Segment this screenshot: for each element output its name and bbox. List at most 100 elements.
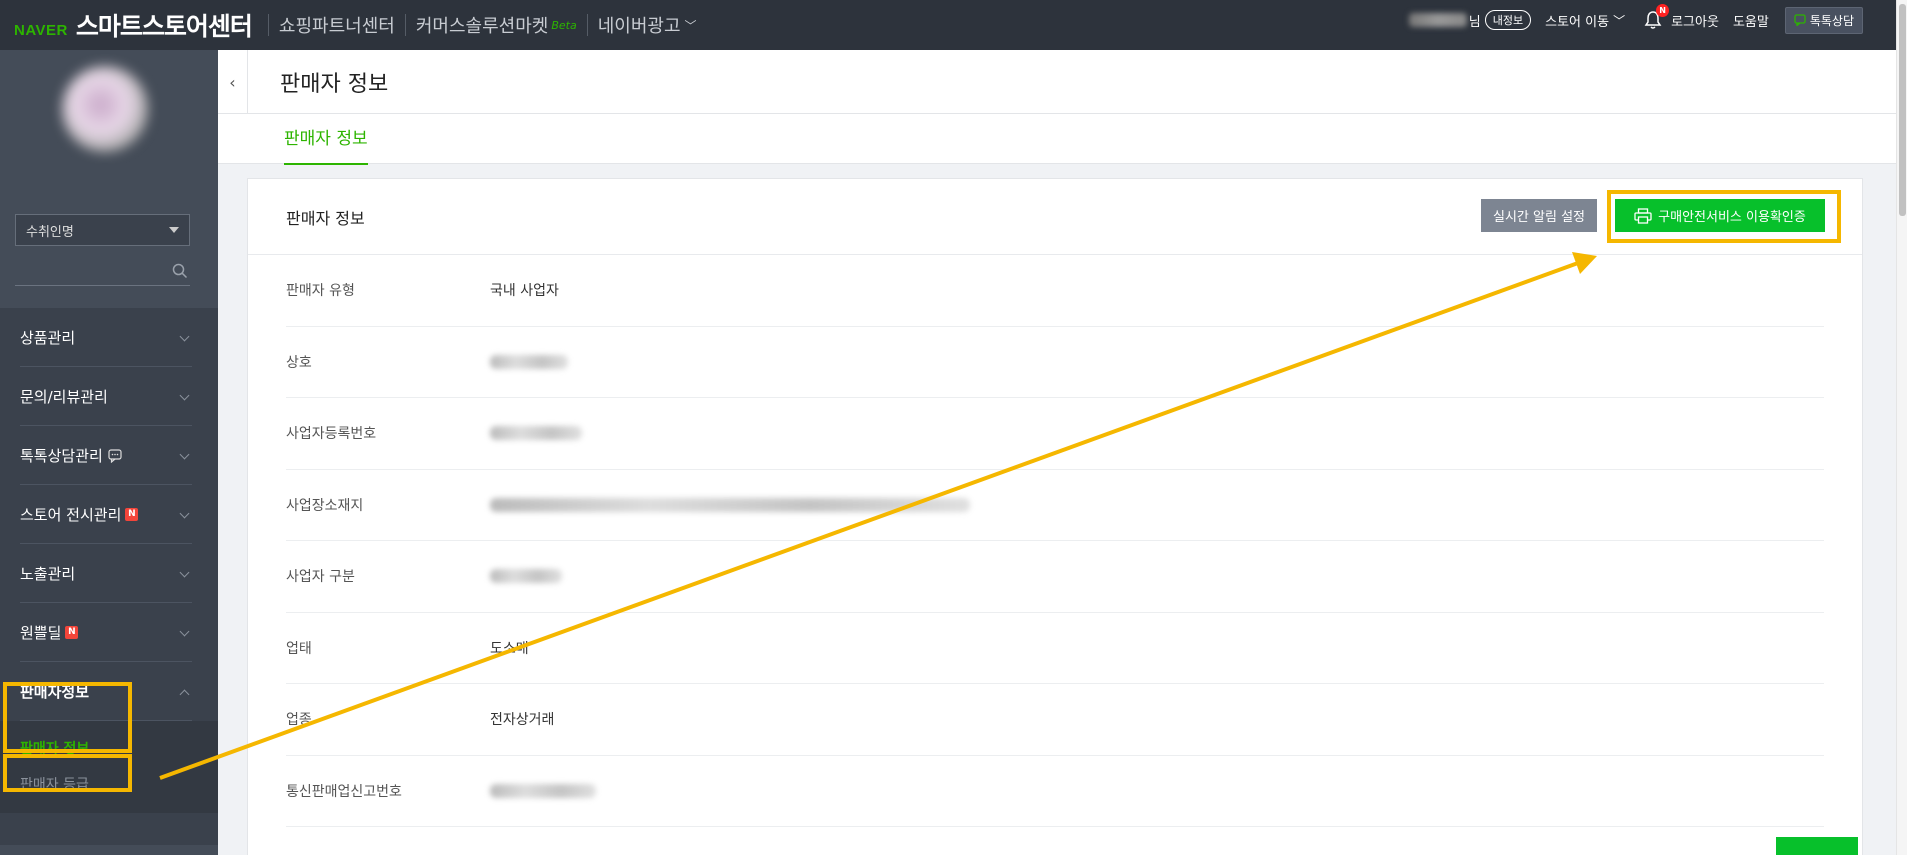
menu-search-input[interactable]: [15, 256, 190, 286]
row-value: 전자상거래: [490, 712, 555, 729]
store-select-value: 수취인명: [26, 224, 74, 240]
sidebar-footer: [0, 845, 218, 855]
bell-icon[interactable]: N: [1643, 4, 1670, 30]
brand[interactable]: NAVER 스마트스토어센터: [0, 7, 253, 43]
user-name-blurred: [1408, 13, 1467, 27]
row-label: 상호: [286, 354, 312, 371]
row-label: 사업자 구분: [286, 569, 355, 586]
app-title: 스마트스토어센터: [75, 12, 253, 41]
talk-button[interactable]: 톡톡상담: [1784, 6, 1863, 34]
nav-commerce-solution[interactable]: 커머스솔루션마켓: [416, 12, 548, 38]
printer-icon: [1634, 207, 1652, 224]
divider: [586, 14, 588, 36]
chevron-left-icon: ‹: [229, 72, 236, 92]
sidebar-item-label: 톡톡상담관리: [20, 447, 103, 465]
search-icon[interactable]: [172, 263, 188, 279]
blurred-value: [490, 497, 970, 512]
chevron-up-icon: [179, 689, 190, 700]
scrollbar-thumb[interactable]: [1899, 4, 1906, 216]
blurred-value: [490, 426, 582, 441]
tab-bar: 판매자 정보: [218, 114, 1896, 165]
blurred-value: [490, 783, 596, 798]
chat-icon: [1794, 14, 1806, 26]
row-label: 사업자등록번호: [286, 426, 377, 443]
page-header: ‹ 판매자 정보: [218, 50, 1896, 114]
top-right-menu: 님 내정보 스토어 이동 ﹀ N 로그아웃 도움말 톡톡상담: [1408, 0, 1863, 40]
sidebar-item-label: 판매자정보: [20, 683, 90, 701]
nav-naver-ads[interactable]: 네이버광고: [598, 12, 681, 38]
notification-badge: N: [1656, 4, 1670, 17]
realtime-alarm-button[interactable]: 실시간 알림 설정: [1481, 199, 1597, 232]
top-bar: NAVER 스마트스토어센터 쇼핑파트너센터 커머스솔루션마켓 Beta 네이버…: [0, 0, 1907, 50]
chevron-down-icon: [179, 567, 190, 578]
sidebar-subitem-seller-grade[interactable]: 판매자 등급: [20, 767, 218, 803]
sidebar-item-talk[interactable]: 톡톡상담관리: [0, 426, 218, 485]
purchase-safety-cert-button[interactable]: 구매안전서비스 이용확인증: [1615, 199, 1825, 232]
store-move-button[interactable]: 스토어 이동: [1545, 11, 1609, 30]
row-label: 판매자 유형: [286, 283, 355, 300]
user-suffix: 님: [1468, 14, 1481, 30]
caret-down-icon: [169, 227, 179, 233]
blurred-value: [490, 354, 568, 369]
tab-seller-info[interactable]: 판매자 정보: [284, 124, 368, 165]
card-header: 판매자 정보 실시간 알림 설정 구매안전서비스 이용확인증: [248, 179, 1862, 255]
card-title: 판매자 정보: [286, 209, 365, 228]
naver-logo: NAVER: [14, 22, 68, 39]
floating-action-button[interactable]: [1776, 837, 1858, 855]
chevron-down-icon: [179, 449, 190, 460]
beta-badge: Beta: [551, 18, 577, 32]
info-row-business-item: 업종 전자상거래: [286, 684, 1824, 756]
top-nav: 쇼핑파트너센터 커머스솔루션마켓 Beta 네이버광고 ﹀: [258, 12, 697, 38]
sidebar-menu: 상품관리 문의/리뷰관리 톡톡상담관리 스토어 전시관리 N 노출관리 원쁠딜 …: [0, 308, 218, 813]
sidebar-item-one-plus-deal[interactable]: 원쁠딜 N: [0, 603, 218, 662]
sidebar-item-product[interactable]: 상품관리: [0, 308, 218, 367]
sidebar-item-seller-info[interactable]: 판매자정보: [0, 662, 218, 721]
page-scrollbar[interactable]: [1896, 0, 1907, 855]
sidebar-item-inquiry-review[interactable]: 문의/리뷰관리: [0, 367, 218, 426]
page-title: 판매자 정보: [280, 72, 389, 97]
store-select[interactable]: 수취인명: [15, 214, 190, 246]
divider: [404, 14, 406, 36]
info-row-address: 사업장소재지: [286, 470, 1824, 541]
info-row-business-number: 사업자등록번호: [286, 398, 1824, 470]
sidebar-submenu: 판매자 정보 판매자 등급: [0, 721, 218, 813]
nav-shopping-partner[interactable]: 쇼핑파트너센터: [279, 12, 395, 38]
sidebar: 수취인명 상품관리 문의/리뷰관리 톡톡상담관리 스토어 전시관리 N 노출관리…: [0, 50, 218, 855]
blurred-value: [490, 569, 562, 584]
cert-button-label: 구매안전서비스 이용확인증: [1658, 210, 1806, 225]
seller-info-card: 판매자 정보 실시간 알림 설정 구매안전서비스 이용확인증 판매자 유형 국내…: [247, 178, 1863, 855]
sidebar-item-exposure[interactable]: 노출관리: [0, 544, 218, 603]
chevron-down-icon: [179, 331, 190, 342]
new-badge: N: [65, 626, 79, 639]
help-button[interactable]: 도움말: [1733, 11, 1769, 30]
logout-button[interactable]: 로그아웃: [1671, 11, 1719, 30]
chevron-down-icon: ﹀: [1613, 13, 1626, 28]
sidebar-item-store-display[interactable]: 스토어 전시관리 N: [0, 485, 218, 544]
info-rows: 판매자 유형 국내 사업자 상호 사업자등록번호 사업장소재지 사업자 구분 업…: [248, 255, 1862, 827]
new-badge: N: [125, 508, 139, 521]
chat-icon: [108, 448, 122, 463]
chevron-down-icon: [179, 626, 190, 637]
sidebar-item-label: 원쁠딜: [20, 624, 62, 642]
row-value: 국내 사업자: [490, 283, 559, 300]
row-label: 업종: [286, 712, 312, 729]
sidebar-profile: 수취인명: [0, 50, 218, 308]
row-value: 도소매: [490, 640, 529, 657]
info-row-business-type: 업태 도소매: [286, 613, 1824, 684]
sidebar-item-label: 노출관리: [20, 565, 76, 583]
sidebar-item-label: 상품관리: [20, 329, 76, 347]
info-row-mail-order-number: 통신판매업신고번호: [286, 756, 1824, 827]
row-label: 업태: [286, 640, 312, 657]
row-label: 사업장소재지: [286, 497, 364, 514]
sidebar-item-label: 스토어 전시관리: [20, 506, 122, 524]
collapse-sidebar-button[interactable]: ‹: [218, 50, 248, 114]
row-label: 통신판매업신고번호: [286, 783, 402, 800]
sidebar-subitem-seller-info[interactable]: 판매자 정보: [20, 731, 218, 767]
my-info-button[interactable]: 내정보: [1484, 10, 1532, 30]
info-row-company-name: 상호: [286, 327, 1824, 398]
info-row-seller-type: 판매자 유형 국내 사업자: [286, 255, 1824, 327]
sidebar-item-label: 문의/리뷰관리: [20, 388, 108, 406]
chevron-down-icon: ﹀: [684, 18, 697, 33]
talk-button-label: 톡톡상담: [1809, 13, 1854, 28]
divider: [267, 14, 269, 36]
